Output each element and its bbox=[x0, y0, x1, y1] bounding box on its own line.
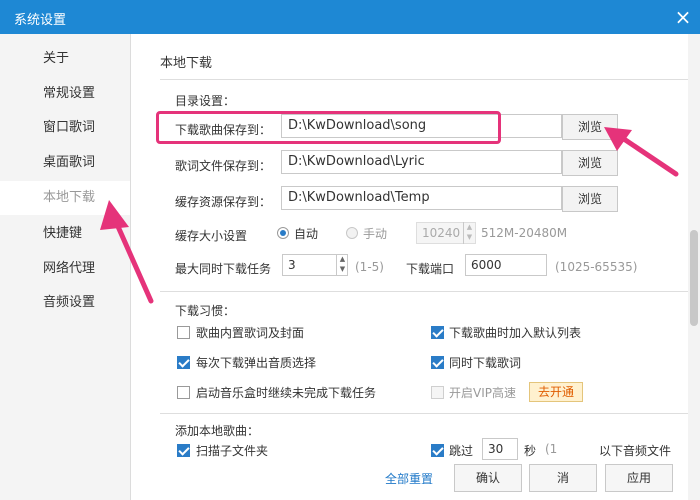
cache-auto-radio[interactable] bbox=[277, 227, 289, 239]
lyric-save-path-input[interactable]: D:\KwDownload\Lyric bbox=[281, 150, 562, 174]
skip-seconds-unit: 秒 bbox=[524, 444, 537, 458]
sidebar-item-about[interactable]: 关于 bbox=[0, 42, 130, 76]
vip-open-button[interactable]: 去开通 bbox=[529, 382, 584, 402]
cache-range-label: 512M-20480M bbox=[481, 226, 568, 240]
cache-manual-label: 手动 bbox=[363, 227, 388, 241]
arrow-pointer-icon bbox=[604, 127, 679, 177]
resume-downloads-checkbox[interactable] bbox=[177, 386, 190, 399]
cache-size-label: 缓存大小设置 bbox=[175, 229, 248, 243]
sidebar-item-desktop-lyrics[interactable]: 桌面歌词 bbox=[0, 146, 130, 180]
max-download-label: 最大同时下载任务 bbox=[175, 262, 272, 276]
skip-range-partial: (1 bbox=[545, 442, 558, 456]
default-list-label: 下载歌曲时加入默认列表 bbox=[449, 326, 582, 340]
add-local-songs-heading: 添加本地歌曲： bbox=[175, 424, 260, 438]
arrow-sidebar-icon bbox=[100, 200, 154, 304]
sidebar-item-general-settings[interactable]: 常规设置 bbox=[0, 77, 130, 111]
download-port-input[interactable]: 6000 bbox=[465, 254, 547, 276]
close-icon[interactable]: × bbox=[666, 0, 700, 34]
habits-divider bbox=[160, 291, 688, 292]
reset-all-link[interactable]: 全部重置 bbox=[385, 470, 433, 487]
song-path-highlight bbox=[156, 111, 501, 144]
cache-size-stepper[interactable]: ▲ ▼ bbox=[463, 222, 475, 244]
download-lyrics-checkbox[interactable] bbox=[431, 356, 444, 369]
download-port-range: (1025-65535) bbox=[555, 260, 638, 274]
settings-window: 系统设置 × 关于 常规设置 窗口歌词 桌面歌词 本地下载 快捷键 网络代理 音… bbox=[0, 0, 700, 500]
scan-subfolders-checkbox[interactable] bbox=[177, 444, 190, 457]
cache-save-path-input[interactable]: D:\KwDownload\Temp bbox=[281, 186, 562, 210]
resume-downloads-label: 启动音乐盒时继续未完成下载任务 bbox=[196, 386, 377, 400]
vip-speed-checkbox[interactable] bbox=[431, 386, 444, 399]
directory-heading: 目录设置： bbox=[175, 94, 236, 108]
settings-content: 本地下载 目录设置： 下载歌曲保存到： D:\KwDownload\song 浏… bbox=[131, 34, 700, 500]
local-songs-divider bbox=[160, 413, 688, 414]
window-titlebar: 系统设置 × bbox=[0, 0, 700, 34]
download-habits-heading: 下载习惯： bbox=[175, 304, 236, 318]
download-lyrics-label: 同时下载歌词 bbox=[449, 356, 522, 370]
skip-seconds-input[interactable]: 30 bbox=[482, 438, 518, 460]
skip-short-audio-checkbox[interactable] bbox=[431, 444, 444, 457]
confirm-button[interactable]: 确认 bbox=[454, 464, 522, 492]
max-download-range: (1-5) bbox=[355, 260, 384, 274]
cache-manual-radio[interactable] bbox=[346, 227, 358, 239]
page-title: 本地下载 bbox=[160, 56, 213, 71]
content-scrollbar[interactable] bbox=[688, 34, 700, 500]
quality-popup-label: 每次下载弹出音质选择 bbox=[196, 356, 317, 370]
skip-short-audio-label: 跳过 bbox=[449, 444, 474, 458]
sidebar-item-window-lyrics[interactable]: 窗口歌词 bbox=[0, 111, 130, 145]
default-list-checkbox[interactable] bbox=[431, 326, 444, 339]
quality-popup-checkbox[interactable] bbox=[177, 356, 190, 369]
scan-subfolders-label: 扫描子文件夹 bbox=[196, 444, 269, 458]
embed-lyrics-cover-label: 歌曲内置歌词及封面 bbox=[196, 326, 305, 340]
max-download-stepper[interactable]: ▲ ▼ bbox=[336, 254, 348, 276]
window-title: 系统设置 bbox=[14, 13, 67, 28]
cache-auto-label: 自动 bbox=[294, 227, 319, 241]
section-divider bbox=[160, 79, 688, 80]
download-port-label: 下载端口 bbox=[406, 262, 455, 276]
vip-speed-label: 开启VIP高速 bbox=[449, 386, 516, 400]
lyric-save-label: 歌词文件保存到： bbox=[175, 159, 272, 173]
scroll-thumb[interactable] bbox=[690, 230, 698, 326]
watermark-logo bbox=[568, 454, 688, 492]
cache-save-label: 缓存资源保存到： bbox=[175, 195, 272, 209]
